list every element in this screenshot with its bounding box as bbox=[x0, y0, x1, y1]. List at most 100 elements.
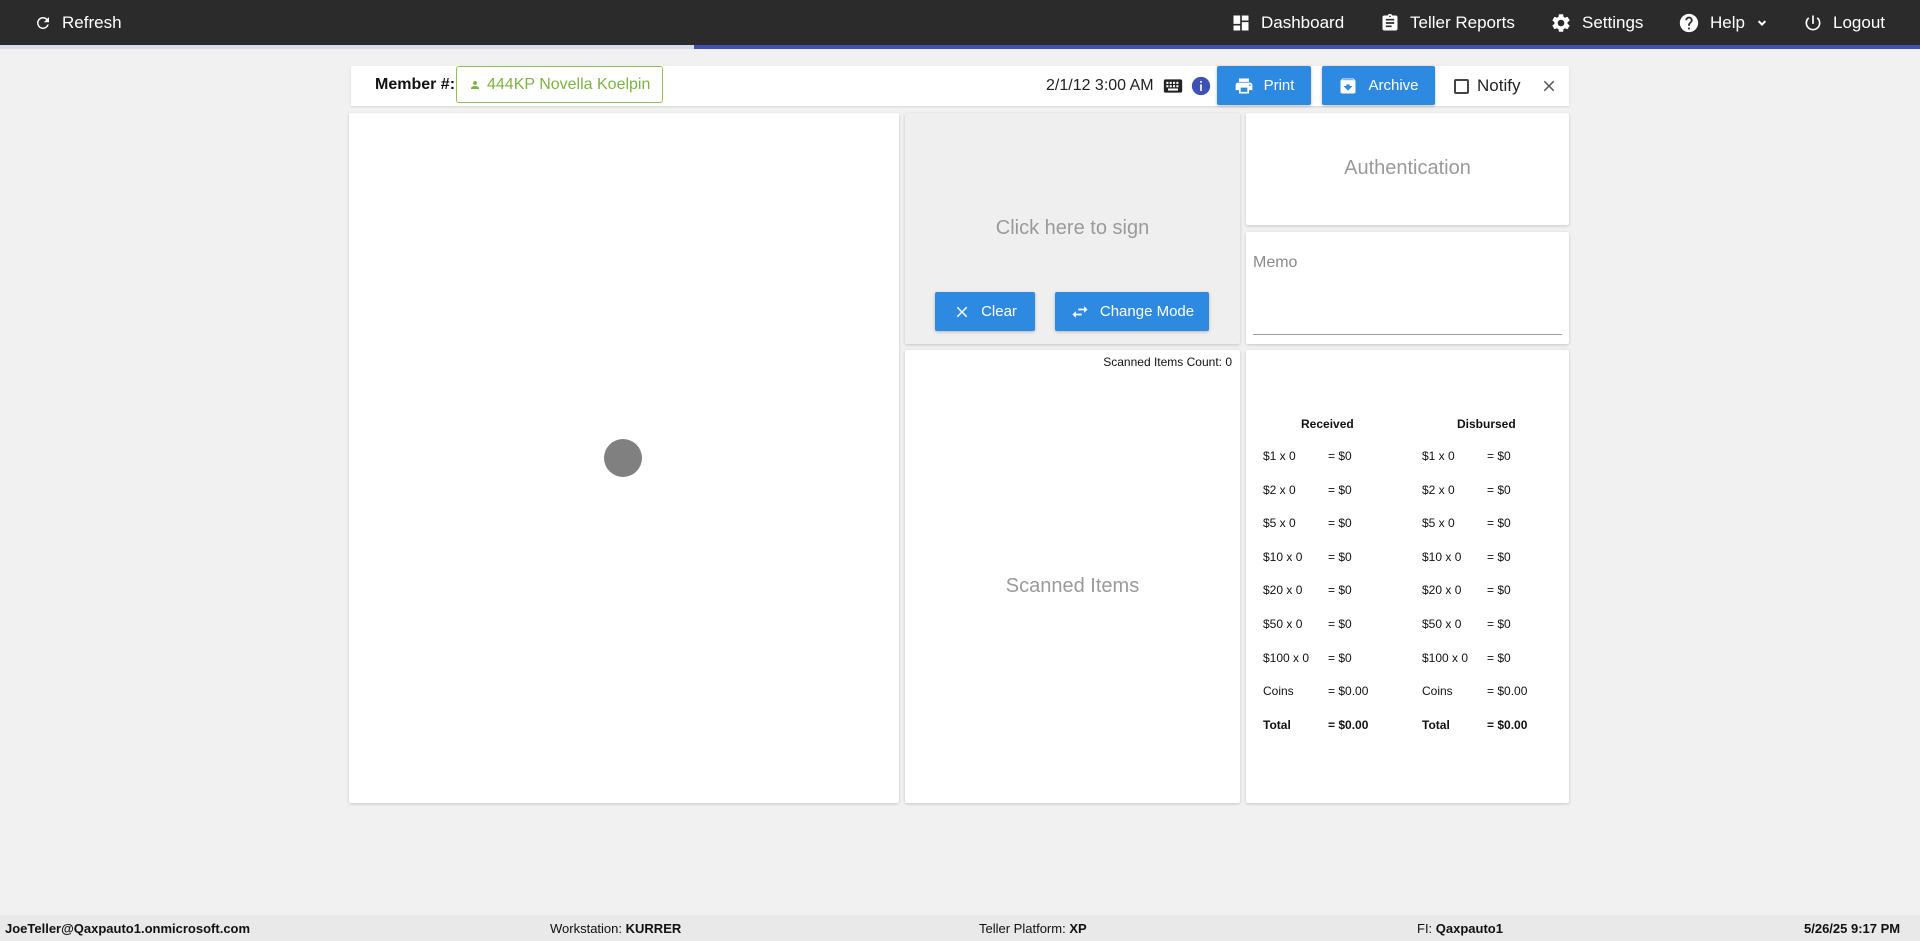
settings-label: Settings bbox=[1582, 12, 1644, 32]
received-denomination: $2 x 0 bbox=[1263, 482, 1296, 497]
footer-fi: Qaxpauto1 bbox=[1435, 921, 1503, 936]
disbursed-amount: = $0 bbox=[1487, 482, 1511, 497]
cash-summary-panel: Received Disbursed $1 x 0 = $0 $2 x 0 = $0 $… bbox=[1246, 350, 1569, 803]
status-footer: JoeTeller@Qaxpauto1.onmicrosoft.com Work… bbox=[0, 915, 1920, 941]
swap-arrows-icon bbox=[1072, 305, 1088, 318]
help-menu[interactable]: Help bbox=[1678, 0, 1769, 45]
print-label: Print bbox=[1263, 77, 1295, 94]
received-denomination: $50 x 0 bbox=[1263, 617, 1303, 631]
gear-icon bbox=[1552, 13, 1570, 32]
chevron-down-icon bbox=[1757, 19, 1767, 26]
footer-platform-label: Teller Platform: bbox=[979, 921, 1066, 936]
received-amount: = $0 bbox=[1328, 516, 1352, 531]
disbursed-amount: = $0 bbox=[1487, 549, 1511, 564]
footer-timestamp: 5/26/25 9:17 PM bbox=[1804, 921, 1901, 936]
refresh-label: Refresh bbox=[62, 12, 122, 32]
document-viewer-panel bbox=[349, 113, 899, 803]
dashboard-icon bbox=[1233, 15, 1249, 30]
received-amount: = $0 bbox=[1328, 549, 1352, 564]
disbursed-denomination: $2 x 0 bbox=[1422, 482, 1455, 497]
printer-icon bbox=[1235, 78, 1252, 93]
footer-platform: XP bbox=[1069, 921, 1087, 936]
memo-field[interactable]: Memo bbox=[1253, 254, 1297, 272]
notify-label: Notify bbox=[1477, 76, 1521, 95]
received-amount: = $0 bbox=[1328, 583, 1352, 598]
received-denomination: $100 x 0 bbox=[1263, 650, 1310, 665]
clear-signature-button[interactable]: Clear bbox=[935, 292, 1035, 331]
change-mode-button[interactable]: Change Mode bbox=[1055, 292, 1209, 331]
disbursed-amount: = $0 bbox=[1487, 516, 1511, 531]
received-amount: = $0 bbox=[1328, 650, 1352, 665]
info-icon[interactable] bbox=[1191, 76, 1211, 96]
member-chip[interactable]: 444KP Novella Koelpin bbox=[456, 66, 664, 103]
received-amount: = $0 bbox=[1328, 482, 1352, 497]
received-denomination: $1 x 0 bbox=[1263, 449, 1296, 463]
logout-button[interactable]: Logout bbox=[1803, 0, 1885, 45]
teller-reports-label: Teller Reports bbox=[1410, 12, 1515, 32]
keyboard-icon[interactable] bbox=[1163, 78, 1183, 94]
received-amount: = $0 bbox=[1328, 449, 1352, 463]
logout-label: Logout bbox=[1833, 12, 1885, 32]
scanned-items-count: Scanned Items Count: 0 bbox=[1103, 355, 1232, 369]
settings-link[interactable]: Settings bbox=[1550, 0, 1643, 45]
memo-underline bbox=[1253, 334, 1562, 335]
disbursed-amount: = $0 bbox=[1487, 650, 1511, 665]
authentication-panel[interactable]: Authentication bbox=[1246, 113, 1569, 225]
received-header: Received bbox=[1301, 417, 1354, 431]
clear-label: Clear bbox=[981, 303, 1017, 320]
refresh-icon bbox=[37, 16, 49, 29]
refresh-button[interactable]: Refresh bbox=[34, 0, 122, 45]
dashboard-link[interactable]: Dashboard bbox=[1231, 0, 1344, 45]
print-button[interactable]: Print bbox=[1217, 66, 1311, 105]
progress-bar bbox=[0, 45, 1920, 49]
memo-panel: Memo bbox=[1246, 232, 1569, 344]
disbursed-amount: = $0 bbox=[1487, 617, 1511, 631]
received-denomination: $20 x 0 bbox=[1263, 583, 1303, 598]
disbursed-denomination: $5 x 0 bbox=[1422, 516, 1455, 531]
teller-reports-link[interactable]: Teller Reports bbox=[1380, 0, 1515, 45]
notify-checkbox-box[interactable] bbox=[1454, 78, 1469, 94]
footer-user: JoeTeller@Qaxpauto1.onmicrosoft.com bbox=[5, 921, 251, 936]
disbursed-amount: = $0 bbox=[1487, 583, 1511, 598]
received-denomination: $10 x 0 bbox=[1263, 549, 1303, 564]
received-amount: = $0.00 bbox=[1328, 684, 1369, 699]
disbursed-amount: = $0.00 bbox=[1487, 717, 1528, 732]
received-denomination: Total bbox=[1263, 717, 1291, 732]
disbursed-denomination: Total bbox=[1422, 717, 1450, 732]
change-mode-label: Change Mode bbox=[1099, 303, 1195, 320]
help-icon bbox=[1679, 13, 1699, 32]
archive-button[interactable]: Archive bbox=[1322, 66, 1435, 105]
transaction-datetime: 2/1/12 3:00 AM bbox=[1046, 77, 1154, 94]
signature-prompt[interactable]: Click here to sign bbox=[905, 217, 1240, 240]
member-label: Member #: bbox=[375, 76, 456, 93]
disbursed-denomination: $1 x 0 bbox=[1422, 449, 1455, 463]
loading-spinner bbox=[604, 439, 642, 477]
received-amount: = $0 bbox=[1328, 617, 1352, 631]
transaction-header: Member #: 444KP Novella Koelpin 2/1/12 3… bbox=[351, 66, 1569, 106]
archive-icon bbox=[1340, 78, 1356, 93]
top-navigation-bar: Refresh Dashboard Teller Reports Setting… bbox=[0, 0, 1920, 49]
archive-label: Archive bbox=[1368, 77, 1419, 94]
member-name: 444KP Novella Koelpin bbox=[487, 75, 651, 93]
received-amount: = $0.00 bbox=[1328, 717, 1369, 732]
disbursed-amount: = $0 bbox=[1487, 449, 1511, 463]
footer-workstation-label: Workstation: bbox=[550, 921, 623, 936]
disbursed-denomination: $100 x 0 bbox=[1422, 650, 1469, 665]
person-icon bbox=[471, 80, 479, 89]
close-icon bbox=[956, 306, 968, 317]
dashboard-label: Dashboard bbox=[1261, 12, 1345, 32]
scanned-items-label: Scanned Items bbox=[1005, 575, 1140, 597]
authentication-label: Authentication bbox=[1344, 157, 1471, 179]
disbursed-denomination: $50 x 0 bbox=[1422, 617, 1462, 631]
scanned-items-panel: Scanned Items Count: 0 Scanned Items bbox=[905, 350, 1240, 803]
notify-checkbox[interactable]: Notify bbox=[1454, 76, 1520, 96]
disbursed-amount: = $0.00 bbox=[1487, 684, 1528, 699]
signature-panel[interactable]: Click here to sign Clear Change Mode bbox=[905, 113, 1240, 344]
progress-bar-fill bbox=[694, 45, 1920, 49]
received-denomination: Coins bbox=[1263, 684, 1294, 699]
close-icon[interactable] bbox=[1540, 77, 1558, 95]
disbursed-denomination: $10 x 0 bbox=[1422, 549, 1462, 564]
disbursed-denomination: $20 x 0 bbox=[1422, 583, 1462, 598]
footer-workstation: KURRER bbox=[625, 921, 682, 936]
help-label: Help bbox=[1710, 12, 1745, 32]
